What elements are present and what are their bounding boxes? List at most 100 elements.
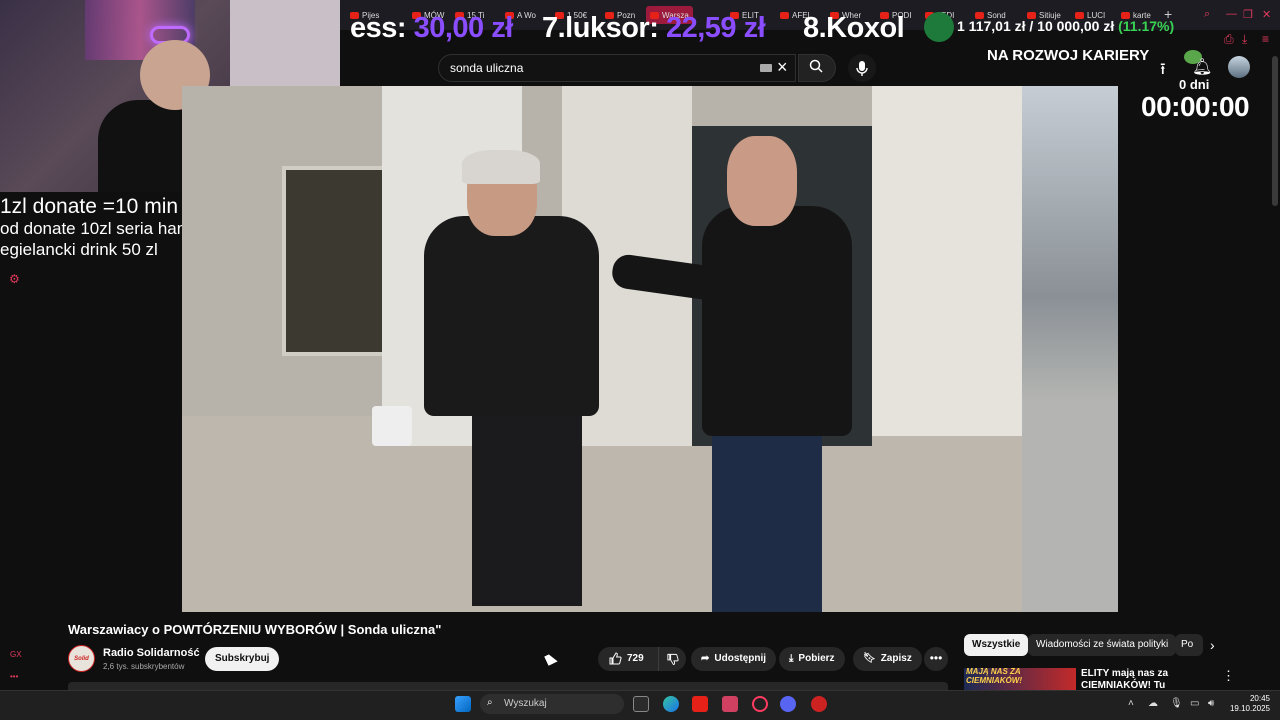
- video-player[interactable]: [182, 86, 1118, 612]
- gear-icon[interactable]: ⚙: [9, 272, 23, 286]
- share-icon: ➦: [701, 653, 710, 664]
- rank-entry-1: ess: 30,00 zł: [350, 12, 513, 45]
- rank-label: 8.Koxol: [803, 12, 905, 44]
- clock[interactable]: 20:45 19.10.2025: [1228, 694, 1270, 714]
- recommended-title[interactable]: ELITY mają nas za CIEMNIAKÓW! Tu mieszka…: [1081, 668, 1211, 690]
- microphone-icon[interactable]: 🎙︎: [1170, 698, 1183, 709]
- task-view-icon[interactable]: [633, 696, 649, 712]
- restore-icon[interactable]: ❐: [1243, 8, 1253, 21]
- rank-label: ess:: [350, 12, 414, 44]
- reporter-legs: [712, 426, 822, 612]
- recommended-thumbnail[interactable]: MAJĄ NAS ZA CIEMNIAKÓW!: [964, 668, 1076, 690]
- gx-icon[interactable]: GX: [10, 650, 22, 659]
- goal-text: 1 117,01 zł / 10 000,00 zł: [957, 18, 1119, 34]
- rank-amount: 22,59 zł: [665, 12, 766, 44]
- rank-amount: 30,00 zł: [413, 12, 514, 44]
- more-actions-button[interactable]: •••: [924, 647, 948, 671]
- search-icon[interactable]: ⌕: [1204, 8, 1210, 21]
- search-input-value[interactable]: sonda uliczna: [450, 61, 523, 75]
- dislike-button[interactable]: [658, 647, 686, 671]
- chip-politics-news[interactable]: Wiadomości ze świata polityki: [1028, 634, 1177, 656]
- search-icon: ⌕: [487, 697, 493, 708]
- interviewee-body: [424, 216, 599, 416]
- taskbar-search-placeholder[interactable]: Wyszukaj: [504, 698, 547, 709]
- mouse-cursor: [544, 652, 558, 666]
- channel-logo-text: Solid: [74, 656, 89, 662]
- cloud-icon[interactable]: ☁: [1148, 698, 1158, 709]
- more-vert-icon[interactable]: ⋮: [1222, 668, 1235, 684]
- time: 20:45: [1249, 694, 1270, 703]
- microphone-icon[interactable]: [848, 54, 876, 82]
- goal-icon: [924, 12, 954, 42]
- voice-search-button[interactable]: [848, 54, 876, 82]
- menu-icon[interactable]: ≡: [1262, 32, 1269, 46]
- snipping-tool-icon[interactable]: [722, 696, 738, 712]
- extensions-icon[interactable]: ⎙: [1224, 32, 1234, 47]
- shop-window: [282, 166, 392, 356]
- volume-icon[interactable]: 🔊︎: [1208, 698, 1214, 709]
- stream-timer: 00:00:00: [1141, 91, 1250, 122]
- search-icon[interactable]: [809, 59, 823, 73]
- interviewee-hair: [462, 150, 540, 184]
- keyboard-icon[interactable]: [760, 64, 772, 72]
- channel-name[interactable]: Radio Solidarność: [103, 647, 200, 659]
- opera-gx-icon[interactable]: [752, 696, 768, 712]
- edge-icon[interactable]: [663, 696, 679, 712]
- like-count: 729: [627, 653, 644, 664]
- reporter-body: [702, 206, 852, 436]
- scrollbar[interactable]: [1272, 56, 1278, 206]
- download-icon[interactable]: ⤓: [1242, 32, 1247, 47]
- subscribe-button[interactable]: Subskrybuj: [205, 647, 280, 671]
- youtube-favicon-icon: [780, 11, 789, 19]
- like-button[interactable]: 729: [598, 647, 658, 671]
- taskbar-search[interactable]: [480, 694, 624, 714]
- career-goal-text: NA ROZWOJ KARIERY: [987, 47, 1150, 64]
- rank-entry-2: 7.luksor: 22,59 zł: [542, 12, 766, 45]
- chevron-right-icon[interactable]: ›: [1210, 637, 1215, 653]
- screen: 1zl donate =10 min streama od donate 10z…: [0, 0, 1280, 720]
- upload-icon[interactable]: ⭱: [1160, 58, 1166, 85]
- rank-entry-3: 8.Koxol: [803, 12, 905, 45]
- sidebar-more-icon[interactable]: •••: [10, 672, 18, 681]
- app-icon[interactable]: [811, 696, 827, 712]
- account-avatar[interactable]: [1228, 56, 1250, 78]
- thumbs-down-icon: [667, 653, 679, 666]
- subscriber-count: 2,6 tys. subskrybentów: [103, 662, 185, 671]
- discord-icon[interactable]: [780, 696, 796, 712]
- pillar: [872, 86, 1022, 436]
- share-label: Udostępnij: [714, 653, 767, 664]
- network-icon[interactable]: ▭: [1190, 698, 1199, 709]
- donation-goal: 1 117,01 zł / 10 000,00 zł (11.17%): [957, 18, 1174, 34]
- save-button[interactable]: 🔖︎ Zapisz: [853, 647, 922, 671]
- interviewee-legs: [472, 406, 582, 606]
- windows-start-icon[interactable]: [455, 696, 471, 712]
- thumbnail-text: MAJĄ NAS ZA CIEMNIAKÓW!: [966, 668, 1022, 685]
- youtube-app-icon[interactable]: [692, 696, 708, 712]
- days-counter: 0 dni: [1179, 77, 1210, 92]
- rank-label: 7.luksor:: [542, 12, 666, 44]
- more-icon: •••: [929, 651, 943, 665]
- bookmark-icon: 🔖︎: [863, 653, 876, 664]
- browser-tab-label: A Wo: [517, 10, 536, 20]
- share-button[interactable]: ➦ Udostępnij: [691, 647, 777, 671]
- notifications-bell-icon[interactable]: 🔔︎: [1192, 57, 1212, 77]
- close-icon[interactable]: ✕: [1262, 8, 1271, 21]
- clear-search-icon[interactable]: ×: [777, 58, 788, 76]
- description-box[interactable]: [68, 682, 948, 690]
- street-view: [1022, 86, 1118, 612]
- channel-avatar[interactable]: Solid: [68, 645, 95, 672]
- download-label: Pobierz: [798, 653, 835, 664]
- donate-line-3: egielancki drink 50 zl: [0, 240, 158, 259]
- reporter-head: [727, 136, 797, 226]
- chevron-up-icon[interactable]: ˄: [1128, 698, 1134, 709]
- minimize-icon[interactable]: —: [1226, 8, 1237, 20]
- save-label: Zapisz: [880, 653, 912, 664]
- bucket: [372, 406, 412, 446]
- goal-percent: (11.17%): [1118, 18, 1175, 34]
- download-button[interactable]: ⤓ Pobierz: [779, 647, 845, 671]
- video-title: Warszawiacy o POWTÓRZENIU WYBORÓW | Sond…: [68, 622, 442, 637]
- download-icon: ⤓: [789, 653, 794, 664]
- chip-more[interactable]: Po: [1175, 634, 1203, 656]
- chip-all[interactable]: Wszystkie: [964, 634, 1029, 656]
- thumbs-up-icon: [609, 652, 622, 665]
